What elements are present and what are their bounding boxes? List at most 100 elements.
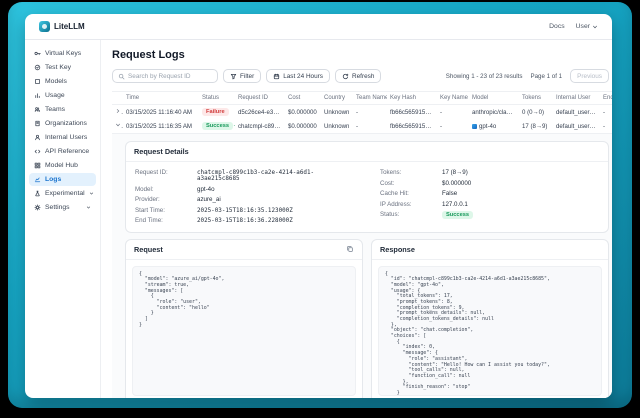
column-header-team-name: Team Name bbox=[353, 92, 387, 105]
cell-team-name: - bbox=[353, 105, 387, 120]
sidebar-item-label: Organizations bbox=[45, 120, 87, 127]
response-card-title: Response bbox=[380, 245, 415, 254]
response-json[interactable]: { "id": "chatcmpl-c899c1b3-ca2e-4214-a6d… bbox=[378, 266, 602, 396]
row-details-panel: Request Details Request ID:chatcmpl-c899… bbox=[112, 133, 612, 398]
results-info: Showing 1 - 23 of 23 results Page 1 of 1… bbox=[446, 69, 609, 83]
cell-request-id: d5c26ce4-e343… bbox=[235, 105, 285, 120]
box-icon bbox=[34, 78, 41, 85]
gear-icon bbox=[34, 204, 41, 211]
detail-value: 17 (8→9) bbox=[442, 169, 468, 176]
cell-key-name: - bbox=[437, 119, 469, 133]
request-details-header: Request Details bbox=[126, 142, 608, 162]
logs-icon bbox=[34, 176, 41, 183]
sidebar-item-usage[interactable]: Usage bbox=[29, 89, 96, 102]
sidebar-item-label: Internal Users bbox=[45, 134, 87, 141]
user-icon bbox=[34, 134, 41, 141]
sidebar-item-models[interactable]: Models bbox=[29, 75, 96, 88]
request-card-title: Request bbox=[134, 245, 163, 254]
cell-country: Unknown bbox=[321, 105, 353, 120]
docs-link[interactable]: Docs bbox=[549, 23, 565, 30]
filter-button[interactable]: Filter bbox=[223, 69, 261, 83]
sidebar-item-api-reference[interactable]: API Reference bbox=[29, 145, 96, 158]
chevron-down-icon[interactable] bbox=[115, 122, 121, 128]
detail-value: azure_ai bbox=[197, 196, 221, 203]
chevron-right-icon[interactable] bbox=[115, 108, 121, 114]
refresh-button[interactable]: Refresh bbox=[335, 69, 381, 83]
flask-icon bbox=[34, 190, 41, 197]
column-header-tokens: Tokens bbox=[519, 92, 553, 105]
sidebar-item-label: Model Hub bbox=[45, 162, 78, 169]
detail-label: Status: bbox=[380, 211, 442, 218]
detail-label: Provider: bbox=[135, 196, 197, 203]
request-search-input[interactable] bbox=[128, 73, 212, 80]
sidebar-item-settings[interactable]: Settings bbox=[29, 201, 96, 214]
column-header-time: Time bbox=[123, 92, 199, 105]
sidebar-item-label: API Reference bbox=[45, 148, 89, 155]
sidebar-item-experimental[interactable]: Experimental bbox=[29, 187, 96, 200]
sidebar-item-label: Logs bbox=[45, 176, 61, 183]
brand-name: LiteLLM bbox=[54, 22, 85, 31]
cell-cost: $0.000000 bbox=[285, 105, 321, 120]
details-left-column: Request ID:chatcmpl-c899c1b3-ca2e-4214-a… bbox=[135, 169, 354, 228]
cell-cost: $0.000000 bbox=[285, 119, 321, 133]
copy-icon[interactable] bbox=[346, 245, 354, 253]
cell-time: 03/15/2025 11:16:40 AM bbox=[123, 105, 199, 120]
user-menu[interactable]: User bbox=[576, 23, 598, 30]
badge-check-icon bbox=[34, 64, 41, 71]
cell-country: Unknown bbox=[321, 119, 353, 133]
sidebar: Virtual Keys Test Key Models Usage Teams… bbox=[25, 40, 101, 398]
search-box bbox=[112, 69, 218, 83]
litellm-logo-icon bbox=[39, 21, 50, 32]
column-header-cost: Cost bbox=[285, 92, 321, 105]
log-row-expanded[interactable]: 03/15/2025 11:16:35 AM Success chatcmpl-… bbox=[112, 119, 612, 133]
request-card: Request { "model": "azure_ai/gpt-4o", "s… bbox=[125, 239, 363, 399]
column-header-status: Status bbox=[199, 92, 235, 105]
detail-label: End Time: bbox=[135, 217, 197, 224]
sidebar-item-logs[interactable]: Logs bbox=[29, 173, 96, 186]
column-header-end-user: End User bbox=[600, 92, 612, 105]
column-header-model: Model bbox=[469, 92, 519, 105]
chevron-down-icon bbox=[89, 191, 94, 196]
time-range-button[interactable]: Last 24 Hours bbox=[266, 69, 330, 83]
table-header-row: Time Status Request ID Cost Country Team… bbox=[112, 92, 612, 105]
model-provider-icon bbox=[472, 124, 477, 129]
detail-label: Request ID: bbox=[135, 169, 197, 176]
sidebar-item-internal-users[interactable]: Internal Users bbox=[29, 131, 96, 144]
sidebar-item-test-key[interactable]: Test Key bbox=[29, 61, 96, 74]
column-header-country: Country bbox=[321, 92, 353, 105]
request-details-title: Request Details bbox=[134, 147, 189, 156]
status-badge: Failure bbox=[202, 108, 229, 116]
log-row[interactable]: 03/15/2025 11:16:40 AM Failure d5c26ce4-… bbox=[112, 105, 612, 120]
cell-team-name: - bbox=[353, 119, 387, 133]
sidebar-item-teams[interactable]: Teams bbox=[29, 103, 96, 116]
key-icon bbox=[34, 50, 41, 57]
cell-internal-user: default_user_id bbox=[553, 119, 600, 133]
details-right-column: Tokens:17 (8→9) Cost:$0.000000 Cache Hit… bbox=[380, 169, 599, 228]
sidebar-item-organizations[interactable]: Organizations bbox=[29, 117, 96, 130]
filter-button-label: Filter bbox=[240, 73, 254, 80]
detail-value: chatcmpl-c899c1b3-ca2e-4214-a6d1-a3ae215… bbox=[197, 170, 354, 182]
status-badge: Success bbox=[202, 122, 233, 130]
cell-model: anthropic/claude-… bbox=[469, 105, 519, 120]
results-count: Showing 1 - 23 of 23 results bbox=[446, 73, 523, 80]
calendar-icon bbox=[273, 73, 280, 80]
cell-end-user: - bbox=[600, 105, 612, 120]
previous-page-button[interactable]: Previous bbox=[570, 69, 609, 83]
user-menu-label: User bbox=[576, 23, 590, 30]
sidebar-item-label: Test Key bbox=[45, 64, 71, 71]
sidebar-item-label: Settings bbox=[45, 204, 70, 211]
logs-table-wrap: Time Status Request ID Cost Country Team… bbox=[112, 91, 612, 133]
cell-internal-user: default_user_id bbox=[553, 105, 600, 120]
detail-label: Cache Hit: bbox=[380, 190, 442, 197]
expand-column-header bbox=[112, 92, 123, 105]
building-icon bbox=[34, 120, 41, 127]
sidebar-item-model-hub[interactable]: Model Hub bbox=[29, 159, 96, 172]
refresh-icon bbox=[342, 73, 349, 80]
sidebar-item-virtual-keys[interactable]: Virtual Keys bbox=[29, 47, 96, 60]
cell-time: 03/15/2025 11:16:35 AM bbox=[123, 119, 199, 133]
request-json[interactable]: { "model": "azure_ai/gpt-4o", "stream": … bbox=[132, 266, 356, 396]
cell-key-hash: fb66c565915c6… bbox=[387, 105, 437, 120]
response-card: Response { "id": "chatcmpl-c899c1b3-ca2e… bbox=[371, 239, 609, 399]
main-content: Request Logs Filter Last 24 Hours Refres… bbox=[101, 40, 612, 398]
detail-value: 2025-03-15T18:16:36.228000Z bbox=[197, 218, 293, 224]
